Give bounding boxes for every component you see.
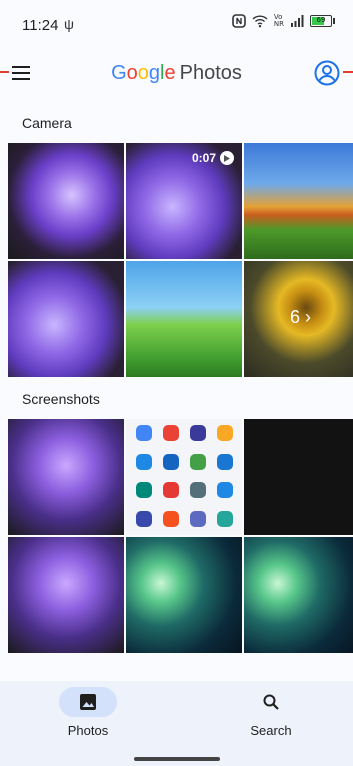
- photo-grid-screenshots: [8, 419, 353, 653]
- section-title-camera: Camera: [22, 115, 72, 131]
- battery-percent: 69: [316, 16, 326, 24]
- logo-letter: o: [137, 62, 149, 84]
- photo-thumbnail[interactable]: [126, 419, 242, 535]
- photo-thumbnail[interactable]: [8, 419, 124, 535]
- photo-thumbnail[interactable]: [244, 537, 353, 653]
- photo-thumbnail[interactable]: [126, 537, 242, 653]
- signal-icon: [291, 15, 304, 27]
- nav-item-search[interactable]: Search: [183, 687, 353, 747]
- app-title: Google Photos: [0, 62, 353, 85]
- nav-label-photos: Photos: [67, 723, 109, 738]
- network-label-bottom: NR: [273, 20, 284, 28]
- nav-pill-photos: [59, 687, 117, 717]
- more-photos-tile[interactable]: 6 ›: [244, 261, 353, 377]
- nav-label-search: Search: [250, 723, 292, 738]
- search-icon: [263, 694, 279, 710]
- more-count: 6 ›: [289, 307, 311, 327]
- logo-letter: g: [148, 62, 161, 84]
- nfc-icon: [232, 14, 246, 28]
- network-type: Vo NR: [274, 14, 284, 28]
- status-time: 11:24: [22, 17, 59, 34]
- product-name: Photos: [179, 62, 242, 84]
- google-logo: Google: [111, 62, 176, 84]
- status-icons: Vo NR 69: [232, 14, 335, 28]
- wifi-icon: [252, 15, 268, 28]
- logo-letter: G: [111, 62, 127, 84]
- photo-thumbnail[interactable]: 0:07: [126, 143, 242, 259]
- photo-thumbnail[interactable]: [126, 261, 242, 377]
- app-bar: Google Photos: [0, 50, 353, 98]
- photo-thumbnail[interactable]: [244, 419, 353, 535]
- photo-thumbnail[interactable]: [244, 143, 353, 259]
- play-icon: [220, 151, 234, 165]
- section-title-screenshots: Screenshots: [22, 391, 100, 407]
- account-circle-icon: [314, 60, 340, 86]
- bottom-navigation: Photos Search: [0, 681, 353, 766]
- usb-icon: ψ: [64, 16, 74, 32]
- video-duration: 0:07: [192, 151, 234, 165]
- account-button[interactable]: [313, 59, 341, 87]
- photo-thumbnail[interactable]: [8, 537, 124, 653]
- logo-letter: o: [126, 62, 138, 84]
- photo-grid-camera: 0:07 6 ›: [8, 143, 353, 377]
- photo-icon: [80, 694, 96, 710]
- annotation-line-account: [343, 71, 353, 73]
- app-grid-preview: [130, 425, 238, 529]
- nav-item-photos[interactable]: Photos: [0, 687, 176, 747]
- home-indicator[interactable]: [134, 757, 220, 761]
- logo-letter: e: [164, 62, 176, 84]
- chevron-right-icon: ›: [300, 307, 311, 327]
- photo-thumbnail[interactable]: [8, 261, 124, 377]
- battery-icon: 69: [310, 15, 335, 27]
- status-bar: 11:24 ψ Vo NR 69: [0, 0, 353, 40]
- nav-pill-search: [242, 687, 300, 717]
- annotation-line-menu: [0, 71, 9, 73]
- photo-thumbnail[interactable]: [8, 143, 124, 259]
